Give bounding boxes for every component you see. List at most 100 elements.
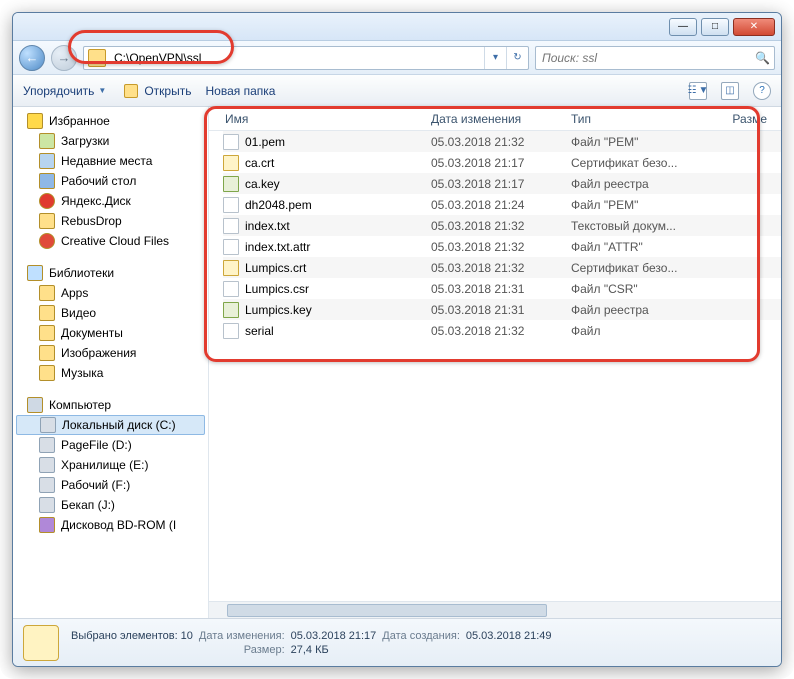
- nav-icon: [39, 365, 55, 381]
- horizontal-scrollbar[interactable]: [209, 601, 781, 618]
- column-size[interactable]: Разме: [721, 112, 781, 126]
- nav-icon: [39, 497, 55, 513]
- file-icon: [223, 239, 239, 255]
- nav-item[interactable]: Рабочий (F:): [13, 475, 208, 495]
- nav-item[interactable]: Apps: [13, 283, 208, 303]
- file-name: 01.pem: [245, 135, 285, 149]
- nav-icon: [39, 213, 55, 229]
- column-name[interactable]: Имя: [225, 112, 431, 126]
- address-bar[interactable]: ▾ ↻: [83, 46, 529, 70]
- nav-icon: [39, 305, 55, 321]
- nav-item[interactable]: Музыка: [13, 363, 208, 383]
- refresh-button[interactable]: ↻: [506, 47, 528, 69]
- folder-icon: [88, 49, 106, 67]
- view-options-button[interactable]: ☷▼: [689, 82, 707, 100]
- nav-item[interactable]: RebusDrop: [13, 211, 208, 231]
- file-name: dh2048.pem: [245, 198, 312, 212]
- column-date[interactable]: Дата изменения: [431, 112, 571, 126]
- nav-item[interactable]: Яндекс.Диск: [13, 191, 208, 211]
- file-type: Файл: [571, 324, 721, 338]
- nav-label: Хранилище (E:): [61, 458, 148, 472]
- search-input[interactable]: [540, 50, 751, 66]
- nav-item[interactable]: Загрузки: [13, 131, 208, 151]
- status-size: 27,4 КБ: [291, 644, 377, 656]
- address-dropdown[interactable]: ▾: [484, 47, 506, 69]
- address-input[interactable]: [108, 47, 484, 69]
- nav-label: PageFile (D:): [61, 438, 132, 452]
- search-box[interactable]: 🔍: [535, 46, 775, 70]
- nav-icon: [39, 437, 55, 453]
- file-list[interactable]: 01.pem05.03.2018 21:32Файл "PEM"ca.crt05…: [209, 131, 781, 601]
- nav-item[interactable]: Хранилище (E:): [13, 455, 208, 475]
- nav-label: Недавние места: [61, 154, 152, 168]
- nav-item[interactable]: Бекап (J:): [13, 495, 208, 515]
- nav-icon: [40, 417, 56, 433]
- organize-button[interactable]: Упорядочить▼: [23, 84, 106, 98]
- file-date: 05.03.2018 21:31: [431, 303, 571, 317]
- file-date: 05.03.2018 21:32: [431, 261, 571, 275]
- column-type[interactable]: Тип: [571, 112, 721, 126]
- file-row[interactable]: index.txt05.03.2018 21:32Текстовый докум…: [223, 215, 781, 236]
- nav-item[interactable]: Creative Cloud Files: [13, 231, 208, 251]
- file-type: Файл "ATTR": [571, 240, 721, 254]
- file-row[interactable]: Lumpics.key05.03.2018 21:31Файл реестра: [223, 299, 781, 320]
- scrollbar-thumb[interactable]: [227, 604, 547, 617]
- minimize-button[interactable]: —: [669, 18, 697, 36]
- nav-item[interactable]: PageFile (D:): [13, 435, 208, 455]
- status-title: Выбрано элементов: 10: [71, 630, 193, 642]
- nav-item[interactable]: Недавние места: [13, 151, 208, 171]
- preview-pane-button[interactable]: ◫: [721, 82, 739, 100]
- status-size-label: Размер:: [199, 644, 285, 656]
- file-row[interactable]: 01.pem 05.03.2018 21:32Файл "PEM": [223, 131, 781, 152]
- close-button[interactable]: ✕: [733, 18, 775, 36]
- file-type: Файл "PEM": [571, 135, 721, 149]
- nav-icon: [39, 457, 55, 473]
- file-row[interactable]: Lumpics.csr05.03.2018 21:31Файл "CSR": [223, 278, 781, 299]
- nav-label: Видео: [61, 306, 96, 320]
- file-date: 05.03.2018 21:32: [431, 135, 571, 149]
- nav-item[interactable]: Локальный диск (C:): [16, 415, 205, 435]
- nav-label: Apps: [61, 286, 88, 300]
- open-icon: [124, 84, 138, 98]
- status-bar: Выбрано элементов: 10 Дата изменения: 05…: [13, 618, 781, 666]
- open-button[interactable]: Открыть: [120, 84, 191, 98]
- file-type: Сертификат безо...: [571, 156, 721, 170]
- nav-item[interactable]: Дисковод BD-ROM (I: [13, 515, 208, 535]
- file-row[interactable]: dh2048.pem05.03.2018 21:24Файл "PEM": [223, 194, 781, 215]
- file-row[interactable]: index.txt.attr05.03.2018 21:32Файл "ATTR…: [223, 236, 781, 257]
- nav-icon: [39, 477, 55, 493]
- file-row[interactable]: ca.key05.03.2018 21:17Файл реестра: [223, 173, 781, 194]
- file-row[interactable]: Lumpics.crt05.03.2018 21:32Сертификат бе…: [223, 257, 781, 278]
- nav-icon: [39, 173, 55, 189]
- nav-label: Музыка: [61, 366, 103, 380]
- file-row[interactable]: ca.crt05.03.2018 21:17Сертификат безо...: [223, 152, 781, 173]
- nav-item[interactable]: Библиотеки: [13, 263, 208, 283]
- column-headers[interactable]: Имя Дата изменения Тип Разме: [209, 107, 781, 131]
- new-folder-button[interactable]: Новая папка: [205, 84, 275, 98]
- nav-item[interactable]: Документы: [13, 323, 208, 343]
- file-icon: [223, 218, 239, 234]
- nav-label: RebusDrop: [61, 214, 122, 228]
- nav-item[interactable]: Видео: [13, 303, 208, 323]
- nav-item[interactable]: Рабочий стол: [13, 171, 208, 191]
- forward-button[interactable]: →: [51, 45, 77, 71]
- maximize-button[interactable]: □: [701, 18, 729, 36]
- nav-label: Библиотеки: [49, 266, 114, 280]
- nav-item[interactable]: Избранное: [13, 111, 208, 131]
- file-type: Файл реестра: [571, 303, 721, 317]
- nav-label: Избранное: [49, 114, 110, 128]
- file-row[interactable]: serial05.03.2018 21:32Файл: [223, 320, 781, 341]
- search-icon: 🔍: [755, 51, 770, 65]
- file-date: 05.03.2018 21:17: [431, 177, 571, 191]
- nav-item[interactable]: Компьютер: [13, 395, 208, 415]
- nav-icon: [39, 345, 55, 361]
- nav-item[interactable]: Изображения: [13, 343, 208, 363]
- toolbar: Упорядочить▼ Открыть Новая папка ☷▼ ◫ ?: [13, 75, 781, 107]
- nav-label: Creative Cloud Files: [61, 234, 169, 248]
- navigation-pane[interactable]: Избранное Загрузки Недавние места Рабочий с…: [13, 107, 209, 618]
- back-button[interactable]: ←: [19, 45, 45, 71]
- file-name: Lumpics.crt: [245, 261, 306, 275]
- help-button[interactable]: ?: [753, 82, 771, 100]
- file-name: ca.crt: [245, 156, 274, 170]
- file-pane: Имя Дата изменения Тип Разме 01.pem 05.03…: [209, 107, 781, 618]
